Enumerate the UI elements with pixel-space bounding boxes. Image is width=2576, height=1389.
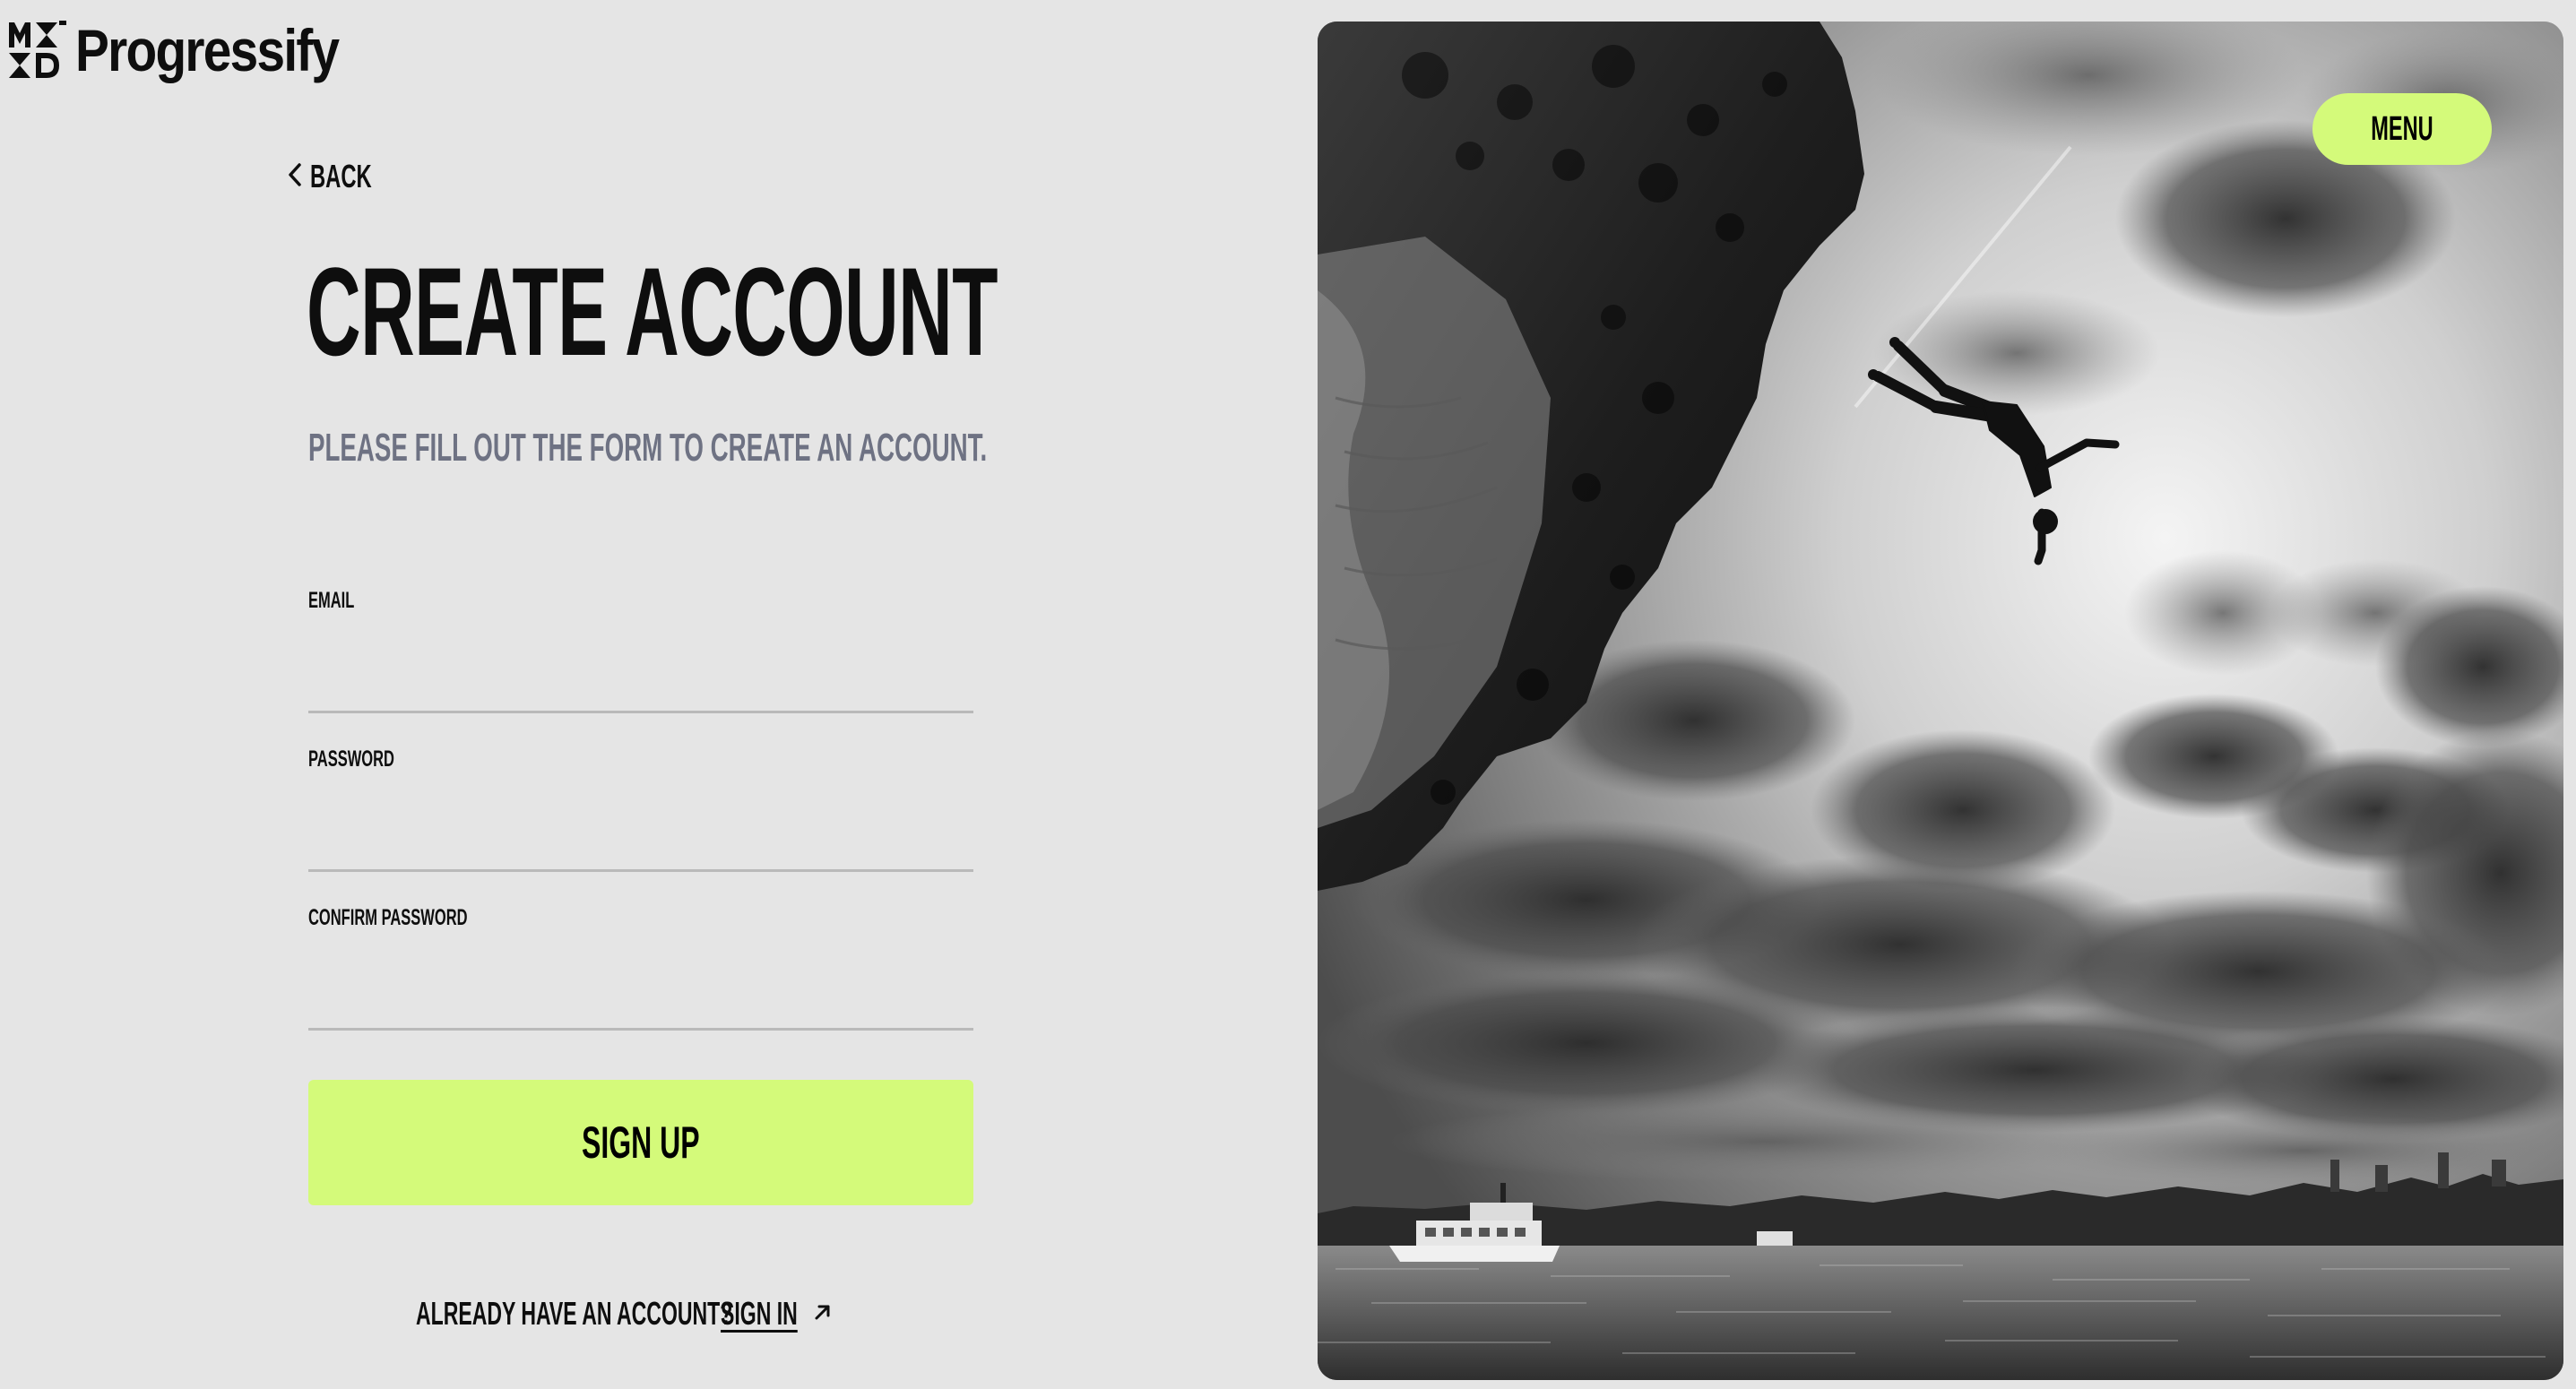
email-field[interactable] xyxy=(308,651,973,713)
confirm-password-label: Confirm Password xyxy=(308,905,468,930)
menu-button[interactable]: Menu xyxy=(2312,93,2492,165)
brand-logo[interactable]: Progressify xyxy=(7,18,381,82)
hero-image: Menu xyxy=(1318,22,2563,1380)
signup-page: Progressify Back Create Account Please f… xyxy=(0,0,2576,1389)
sign-up-button[interactable]: Sign Up xyxy=(308,1080,973,1205)
cliff-diver-photo xyxy=(1318,22,2563,1380)
sign-in-label: Sign In xyxy=(721,1295,798,1332)
chevron-left-icon xyxy=(285,161,305,193)
signin-prompt: Already have an account? Sign In xyxy=(416,1294,834,1333)
password-field[interactable] xyxy=(308,809,973,872)
signin-question: Already have an account? xyxy=(416,1295,733,1332)
arrow-up-right-icon xyxy=(812,1301,834,1327)
back-label: Back xyxy=(310,158,372,194)
mdd-monogram-icon xyxy=(7,19,70,82)
brand-name: Progressify xyxy=(75,17,340,83)
page-title: Create Account xyxy=(307,241,998,382)
back-link[interactable]: Back xyxy=(285,154,403,199)
sign-in-link[interactable]: Sign In xyxy=(721,1295,834,1333)
password-label: Password xyxy=(308,746,394,772)
confirm-password-field[interactable] xyxy=(308,968,973,1031)
page-subtitle: Please fill out the form to create an ac… xyxy=(308,426,988,470)
sign-up-label: Sign Up xyxy=(582,1117,700,1168)
email-label: Email xyxy=(308,588,355,613)
menu-label: Menu xyxy=(2371,109,2433,148)
